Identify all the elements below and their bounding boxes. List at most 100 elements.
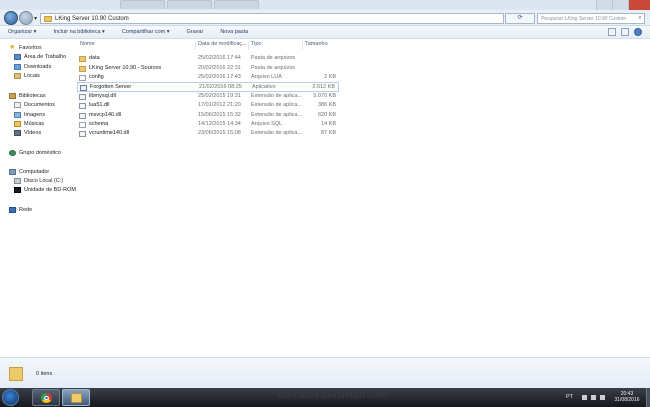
pictures-icon bbox=[14, 112, 21, 118]
file-name: libmysql.dll bbox=[89, 93, 116, 99]
navigation-pane bbox=[0, 40, 75, 357]
file-name: msvcp140.dll bbox=[89, 112, 122, 118]
sidebar-item-label: Computador bbox=[19, 169, 50, 175]
explorer-icon bbox=[71, 393, 82, 403]
sidebar-item-desktop[interactable]: Área de Trabalho bbox=[14, 54, 66, 60]
change-view-icon[interactable] bbox=[608, 28, 616, 36]
burn-button[interactable]: Gravar bbox=[187, 29, 204, 35]
computer-icon bbox=[9, 169, 16, 175]
sidebar-item-videos[interactable]: Vídeos bbox=[14, 130, 41, 136]
file-date: 14/12/2015 14:34 bbox=[198, 121, 241, 127]
file-type: Extensão de aplica... bbox=[251, 112, 303, 118]
file-size: 2.612 KB bbox=[312, 84, 335, 90]
sidebar-item-label: Vídeos bbox=[24, 130, 42, 136]
sidebar-item-music[interactable]: Músicas bbox=[14, 121, 44, 127]
column-header-date[interactable]: Data de modificaç... bbox=[198, 41, 247, 50]
file-type: Extensão de aplica... bbox=[251, 93, 303, 99]
file-size: 620 KB bbox=[317, 112, 336, 118]
file-date: 17/01/2012 21:20 bbox=[198, 102, 241, 108]
back-button[interactable] bbox=[4, 11, 18, 25]
preview-pane-icon[interactable] bbox=[621, 28, 629, 36]
background-tab[interactable] bbox=[167, 0, 212, 9]
organize-menu[interactable]: Organizar ▾ bbox=[8, 29, 36, 35]
file-row-selected[interactable]: Forgotten Server 21/02/2016 08:25 Aplica… bbox=[77, 82, 339, 92]
file-name: LKing Server 10.90 - Sources bbox=[89, 65, 162, 71]
new-folder-button[interactable]: Nova pasta bbox=[220, 29, 248, 35]
file-size: 87 KB bbox=[321, 130, 336, 136]
column-divider[interactable] bbox=[302, 41, 303, 50]
language-indicator[interactable]: PT bbox=[566, 394, 573, 400]
refresh-button[interactable]: ⟳ bbox=[505, 13, 535, 24]
file-date: 20/02/2016 22:31 bbox=[198, 65, 241, 71]
clock-date: 31/08/2016 bbox=[614, 397, 640, 403]
share-with-menu[interactable]: Compartilhar com ▾ bbox=[122, 29, 170, 35]
sidebar-item-label: Disco Local (C:) bbox=[24, 178, 64, 184]
sidebar-item-network[interactable]: Rede bbox=[9, 207, 32, 213]
column-header-size[interactable]: Tamanho bbox=[305, 41, 328, 50]
show-desktop-button[interactable] bbox=[646, 388, 650, 407]
file-date: 23/06/2015 15:08 bbox=[198, 130, 241, 136]
sidebar-item-label: Rede bbox=[19, 207, 33, 213]
start-button[interactable] bbox=[2, 389, 19, 406]
downloads-icon bbox=[14, 64, 21, 70]
taskbar-explorer-button[interactable] bbox=[62, 389, 90, 406]
sidebar-item-computer[interactable]: Computador bbox=[9, 169, 49, 175]
taskbar-chrome-button[interactable] bbox=[32, 389, 60, 406]
file-date: 25/02/2016 17:43 bbox=[198, 74, 241, 80]
sidebar-item-libraries[interactable]: Bibliotecas bbox=[9, 93, 46, 99]
sidebar-item-label: Unidade de BD-ROM bbox=[24, 187, 76, 193]
view-controls bbox=[608, 28, 642, 36]
file-row[interactable]: data 25/02/2016 17:44 Pasta de arquivos bbox=[77, 54, 339, 64]
minimize-button[interactable] bbox=[596, 0, 612, 10]
file-name: data bbox=[89, 55, 100, 61]
desktop-icon bbox=[14, 54, 21, 60]
navigation-bar: ▾ LKing Server 10.90 Custom ⟳ Pesquisar … bbox=[0, 10, 650, 26]
help-icon[interactable] bbox=[634, 28, 642, 36]
include-in-library-menu[interactable]: Incluir na biblioteca ▾ bbox=[53, 29, 104, 35]
forward-button[interactable] bbox=[19, 11, 33, 25]
sidebar-item-favorites[interactable]: ★ Favoritos bbox=[9, 44, 42, 51]
file-row[interactable]: vcruntime140.dll 23/06/2015 15:08 Extens… bbox=[77, 129, 339, 139]
search-icon[interactable]: ⌕ bbox=[636, 15, 644, 22]
application-icon bbox=[80, 85, 87, 91]
watermark: ssamaxuy.deviantart.com bbox=[277, 391, 387, 400]
file-type: Extensão de aplica... bbox=[251, 130, 303, 136]
sidebar-item-recent-places[interactable]: Locais bbox=[14, 73, 40, 79]
address-bar[interactable]: LKing Server 10.90 Custom bbox=[40, 13, 504, 24]
sidebar-item-label: Grupo doméstico bbox=[19, 150, 61, 156]
sidebar-item-documents[interactable]: Documentos bbox=[14, 102, 55, 108]
background-tab[interactable] bbox=[120, 0, 165, 9]
sidebar-item-label: Downloads bbox=[24, 64, 52, 70]
network-tray-icon[interactable] bbox=[591, 395, 596, 400]
show-hidden-icons-icon[interactable] bbox=[582, 395, 587, 400]
clock[interactable]: 20:43 31/08/2016 bbox=[610, 391, 644, 403]
file-type: Extensão de aplica... bbox=[251, 102, 303, 108]
recent-pages-chevron-icon[interactable]: ▾ bbox=[34, 15, 37, 22]
column-header-name[interactable]: Nome bbox=[80, 41, 95, 50]
sidebar-item-label: Área de Trabalho bbox=[24, 54, 67, 60]
column-divider[interactable] bbox=[195, 41, 196, 50]
background-tabs bbox=[120, 0, 259, 9]
column-divider[interactable] bbox=[248, 41, 249, 50]
background-tab[interactable] bbox=[214, 0, 259, 9]
sidebar-item-local-disk[interactable]: Disco Local (C:) bbox=[14, 178, 63, 184]
search-box[interactable]: Pesquisar LKing Server 10.90 Custom ⌕ bbox=[537, 13, 645, 24]
close-button[interactable] bbox=[628, 0, 650, 10]
column-header-type[interactable]: Tipo bbox=[251, 41, 262, 50]
file-name: lua51.dll bbox=[89, 102, 110, 108]
sidebar-item-bd-rom[interactable]: Unidade de BD-ROM bbox=[14, 187, 76, 193]
search-input[interactable]: Pesquisar LKing Server 10.90 Custom bbox=[541, 16, 636, 22]
sidebar-item-pictures[interactable]: Imagens bbox=[14, 112, 45, 118]
item-count: 0 itens bbox=[36, 371, 53, 377]
sidebar-item-downloads[interactable]: Downloads bbox=[14, 64, 51, 70]
sidebar-item-homegroup[interactable]: Grupo doméstico bbox=[9, 150, 61, 156]
file-date: 25/02/2016 17:44 bbox=[198, 55, 241, 61]
file-name: config bbox=[89, 74, 104, 80]
dll-file-icon bbox=[79, 113, 86, 119]
volume-icon[interactable] bbox=[600, 395, 605, 400]
file-row[interactable]: lua51.dll 17/01/2012 21:20 Extensão de a… bbox=[77, 101, 339, 111]
title-bar bbox=[0, 0, 650, 10]
address-path: LKing Server 10.90 Custom bbox=[55, 15, 129, 22]
maximize-button[interactable] bbox=[612, 0, 628, 10]
dll-file-icon bbox=[79, 131, 86, 137]
